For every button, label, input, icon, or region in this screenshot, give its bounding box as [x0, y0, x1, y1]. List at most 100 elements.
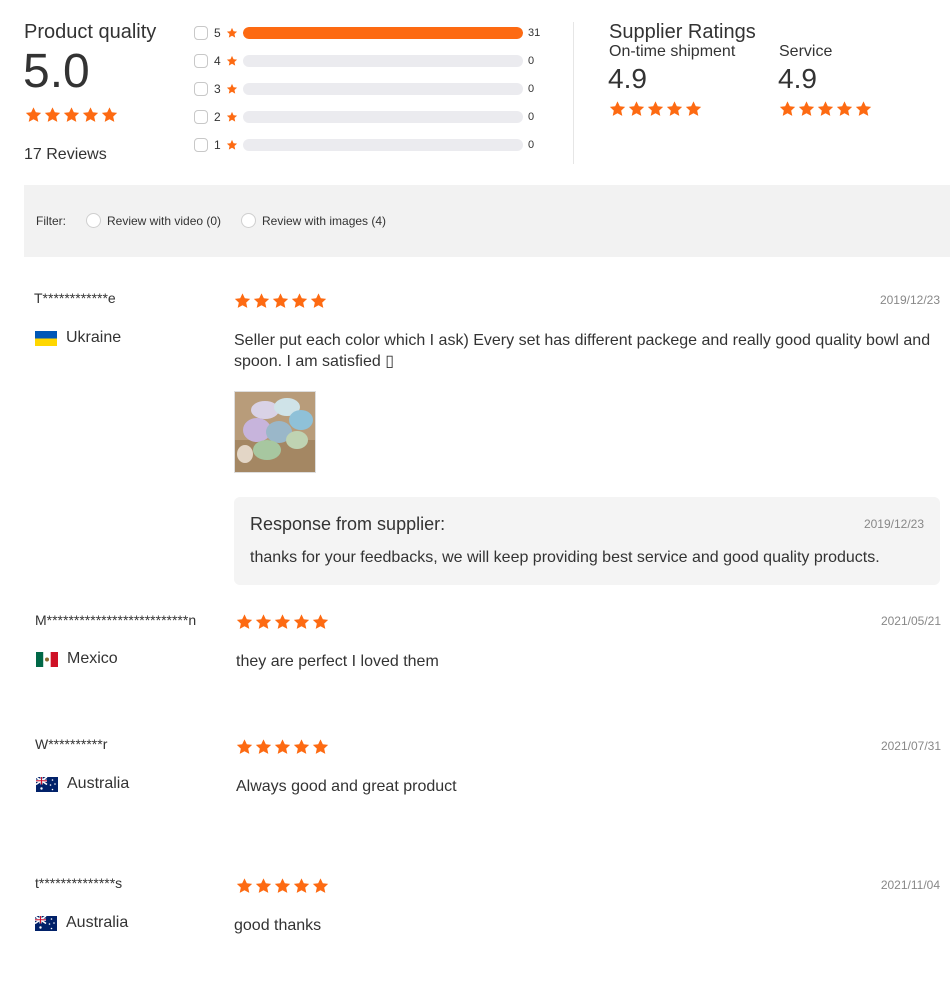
country-name: Australia	[66, 914, 129, 931]
reviewer-name: W**********r	[35, 736, 108, 752]
star-icon	[43, 106, 62, 124]
rating-count: 0	[528, 139, 535, 151]
response-title: Response from supplier:	[250, 514, 446, 534]
rating-bar	[243, 83, 523, 95]
rating-bar	[243, 55, 523, 67]
rating-filter-checkbox[interactable]	[194, 138, 208, 152]
rating-bar	[243, 111, 523, 123]
country-name: Mexico	[67, 650, 118, 667]
star-icon	[254, 613, 273, 631]
review-text: good thanks	[234, 917, 322, 934]
star-icon	[226, 111, 238, 123]
rating-row[interactable]: 5 31	[194, 24, 554, 42]
star-icon	[273, 738, 292, 756]
star-icon	[665, 100, 684, 118]
review-text: Seller put each color which I ask) Every…	[234, 332, 931, 370]
reviewer-name: M**************************n	[35, 612, 197, 628]
rating-bar	[243, 27, 523, 39]
rating-bar	[243, 139, 523, 151]
star-icon	[311, 738, 330, 756]
star-icon	[608, 100, 627, 118]
star-icon	[273, 877, 292, 895]
supplier-response: Response from supplier: 2019/12/23 thank…	[234, 497, 940, 585]
rating-filter-checkbox[interactable]	[194, 26, 208, 40]
product-quality-title: Product quality	[24, 21, 157, 43]
review-count: 17 Reviews	[24, 146, 107, 163]
filter-bar: Filter: Review with video (0) Review wit…	[24, 185, 950, 257]
rating-level: 2	[214, 110, 221, 124]
rating-level: 3	[214, 82, 221, 96]
product-quality-score: 5.0	[23, 45, 90, 98]
star-icon	[290, 292, 309, 310]
reviewer-name: T************e	[34, 290, 116, 306]
star-icon	[797, 100, 816, 118]
video-filter-label[interactable]: Review with video (0)	[107, 214, 221, 228]
star-icon	[627, 100, 646, 118]
star-icon	[835, 100, 854, 118]
review-date: 2021/07/31	[880, 739, 941, 753]
review-date: 2021/05/21	[880, 614, 941, 628]
bowls-photo	[235, 392, 315, 472]
response-date: 2019/12/23	[863, 517, 924, 531]
rating-row[interactable]: 10	[194, 136, 554, 154]
star-icon	[254, 738, 273, 756]
review-text: Always good and great product	[236, 778, 457, 795]
star-icon	[816, 100, 835, 118]
rating-row[interactable]: 30	[194, 80, 554, 98]
rating-bar-fill	[243, 27, 523, 39]
star-icon	[271, 292, 290, 310]
star-icon	[646, 100, 665, 118]
rating-filter-checkbox[interactable]	[194, 54, 208, 68]
star-icon	[226, 27, 238, 39]
star-icon	[292, 613, 311, 631]
review-stars	[233, 292, 328, 310]
star-icon	[233, 292, 252, 310]
star-icon	[292, 738, 311, 756]
rating-count: 0	[528, 55, 535, 67]
on-time-shipment-label: On-time shipment	[609, 43, 736, 60]
images-filter-label[interactable]: Review with images (4)	[262, 214, 386, 228]
rating-count: 31	[528, 27, 541, 39]
rating-filter-checkbox[interactable]	[194, 82, 208, 96]
reviewer-country: Mexico	[36, 650, 118, 668]
rating-filter-checkbox[interactable]	[194, 110, 208, 124]
rating-level: 4	[214, 54, 221, 68]
review-photo-thumbnail[interactable]	[234, 391, 316, 473]
on-time-shipment-score: 4.9	[608, 63, 647, 94]
mexico-flag-icon	[36, 651, 58, 667]
star-icon	[226, 55, 238, 67]
rating-row[interactable]: 40	[194, 52, 554, 70]
star-icon	[684, 100, 703, 118]
service-label: Service	[779, 43, 833, 60]
review-stars	[235, 738, 330, 756]
service-stars	[778, 100, 873, 118]
australia-flag-icon	[36, 776, 58, 792]
star-icon	[62, 106, 81, 124]
rating-level: 1	[214, 138, 221, 152]
star-icon	[254, 877, 273, 895]
on-time-shipment-stars	[608, 100, 703, 118]
filter-label: Filter:	[36, 214, 66, 228]
country-name: Ukraine	[66, 329, 122, 346]
star-icon	[235, 738, 254, 756]
star-icon	[24, 106, 43, 124]
star-icon	[311, 613, 330, 631]
star-icon	[81, 106, 100, 124]
star-icon	[854, 100, 873, 118]
australia-flag-icon	[35, 915, 57, 931]
rating-count: 0	[528, 111, 535, 123]
review-stars	[235, 613, 330, 631]
review-stars	[235, 877, 330, 895]
review-text: they are perfect I loved them	[236, 653, 439, 670]
star-icon	[235, 613, 254, 631]
star-icon	[311, 877, 330, 895]
review-date: 2021/11/04	[880, 878, 940, 892]
divider	[573, 22, 574, 164]
star-icon	[778, 100, 797, 118]
ukraine-flag-icon	[35, 330, 57, 346]
images-filter-checkbox[interactable]	[241, 213, 256, 228]
star-icon	[309, 292, 328, 310]
reviewer-country: Ukraine	[35, 329, 121, 347]
video-filter-checkbox[interactable]	[86, 213, 101, 228]
rating-row[interactable]: 20	[194, 108, 554, 126]
